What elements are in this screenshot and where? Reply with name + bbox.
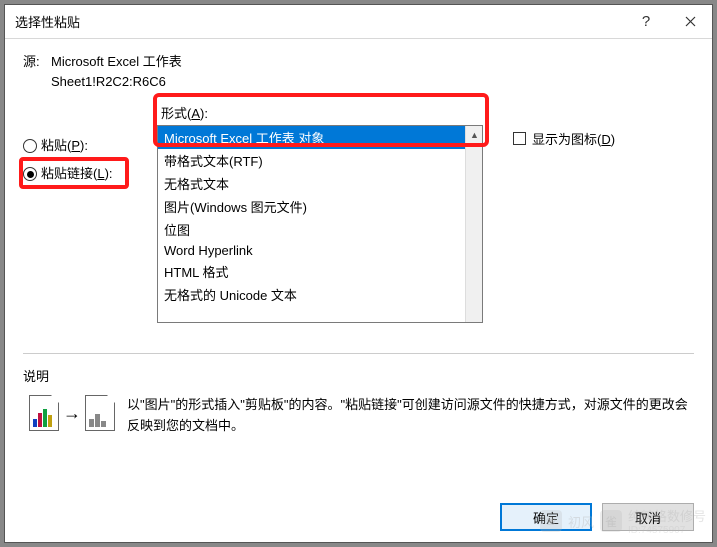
list-item[interactable]: Word Hyperlink xyxy=(158,241,482,260)
format-listbox[interactable]: Microsoft Excel 工作表 对象 带格式文本(RTF) 无格式文本 … xyxy=(157,125,483,323)
help-button[interactable]: ? xyxy=(624,5,668,39)
show-as-icon-checkbox[interactable]: 显示为图标(D) xyxy=(513,129,615,148)
list-item[interactable]: Microsoft Excel 工作表 对象 xyxy=(158,126,482,149)
titlebar: 选择性粘贴 ? xyxy=(5,5,712,39)
description-label: 说明 xyxy=(23,366,694,385)
scroll-up-icon[interactable]: ▲ xyxy=(466,126,483,143)
paste-special-dialog: 选择性粘贴 ? 源: Microsoft Excel 工作表 Sheet1!R2… xyxy=(4,4,713,543)
list-item[interactable]: 无格式的 Unicode 文本 xyxy=(158,283,482,306)
page-doc-icon xyxy=(85,395,115,431)
list-item[interactable]: 图片(Windows 图元文件) xyxy=(158,195,482,218)
format-label: 形式(A): xyxy=(161,103,208,122)
description-text: 以"图片"的形式插入"剪贴板"的内容。"粘贴链接"可创建访问源文件的快捷方式，对… xyxy=(127,395,694,437)
list-item[interactable]: HTML 格式 xyxy=(158,260,482,283)
arrow-right-icon: → xyxy=(63,403,81,424)
radio-paste[interactable]: 粘贴(P): xyxy=(23,137,153,155)
list-item[interactable]: 位图 xyxy=(158,218,482,241)
show-as-icon-label: 显示为图标(D) xyxy=(532,129,615,148)
list-item[interactable]: 无格式文本 xyxy=(158,172,482,195)
source-range: Sheet1!R2C2:R6C6 xyxy=(51,74,694,89)
close-button[interactable] xyxy=(668,5,712,39)
close-icon xyxy=(685,16,696,27)
source-app: Microsoft Excel 工作表 xyxy=(51,51,182,70)
description-icons: → xyxy=(29,395,115,431)
dialog-footer: 确定 取消 xyxy=(5,492,712,542)
cancel-button[interactable]: 取消 xyxy=(602,503,694,531)
radio-paste-label: 粘贴(P): xyxy=(41,137,88,155)
source-label: 源: xyxy=(23,51,51,70)
ok-button[interactable]: 确定 xyxy=(500,503,592,531)
checkbox-icon xyxy=(513,132,526,145)
radio-paste-link[interactable]: 粘贴链接(L): xyxy=(23,165,153,183)
radio-icon-selected xyxy=(23,167,37,181)
radio-paste-link-label: 粘贴链接(L): xyxy=(41,165,113,183)
listbox-scrollbar[interactable]: ▲ xyxy=(465,126,482,322)
radio-icon xyxy=(23,139,37,153)
divider xyxy=(23,353,694,354)
list-item[interactable]: 带格式文本(RTF) xyxy=(158,149,482,172)
dialog-title: 选择性粘贴 xyxy=(15,12,624,31)
chart-doc-icon xyxy=(29,395,59,431)
